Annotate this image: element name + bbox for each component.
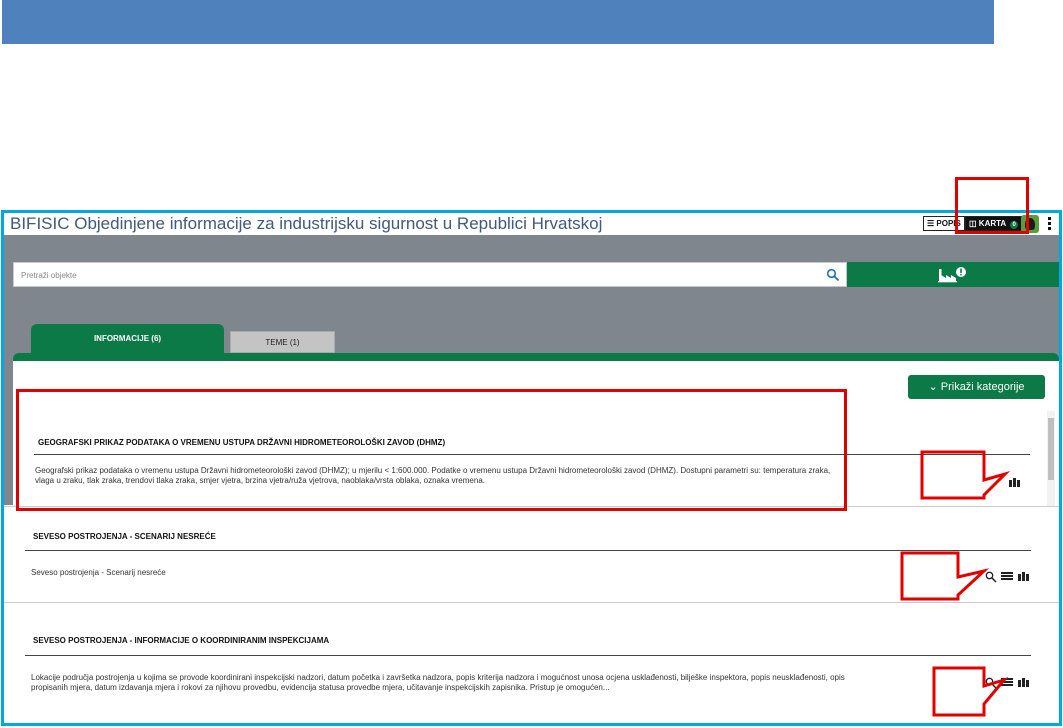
app-header: BIFISIC Objedinjene informacije za indus…: [4, 213, 1059, 235]
show-categories-button[interactable]: ⌄ Prikaži kategorije: [908, 375, 1045, 399]
item-description: Seveso postrojenja - Scenarij nesreće: [31, 568, 166, 577]
item-divider: [25, 550, 1031, 551]
tab-teme[interactable]: TEME (1): [230, 331, 335, 353]
highlight-box: [16, 389, 847, 511]
list-icon: ☰: [927, 219, 935, 228]
scrollbar-thumb[interactable]: [1048, 418, 1054, 480]
app-title: BIFISIC Objedinjene informacije za indus…: [10, 214, 603, 233]
search-input[interactable]: [14, 263, 823, 288]
results-list: SEVESO POSTROJENJA - SCENARIJ NESREĆE Se…: [4, 506, 1059, 724]
callout-shape: [932, 666, 1009, 717]
tab-informacije[interactable]: INFORMACIJE (6): [31, 324, 224, 354]
item-divider: [25, 655, 1031, 656]
top-banner: [2, 0, 994, 44]
show-categories-label: Prikaži kategorije: [940, 381, 1025, 393]
item-description: Lokacije područja postrojenja u kojima s…: [31, 673, 845, 692]
map-icon[interactable]: [1009, 477, 1021, 487]
search-bar: [13, 262, 847, 288]
industrial-alert-button[interactable]: [847, 262, 1059, 287]
list-icon[interactable]: [1001, 572, 1013, 582]
map-icon[interactable]: [1018, 571, 1030, 581]
chevron-down-icon: ⌄: [928, 381, 938, 393]
factory-alert-icon: [938, 267, 966, 283]
highlight-box: [955, 177, 1029, 234]
callout-shape: [900, 551, 990, 601]
item-title[interactable]: SEVESO POSTROJENJA - SCENARIJ NESREĆE: [33, 532, 216, 541]
search-icon[interactable]: [826, 268, 840, 282]
callout-shape: [920, 450, 1011, 500]
item-title[interactable]: SEVESO POSTROJENJA - INFORMACIJE O KOORD…: [33, 636, 329, 645]
more-menu-icon[interactable]: [1046, 216, 1052, 232]
tab-panel-border: [13, 353, 1059, 361]
